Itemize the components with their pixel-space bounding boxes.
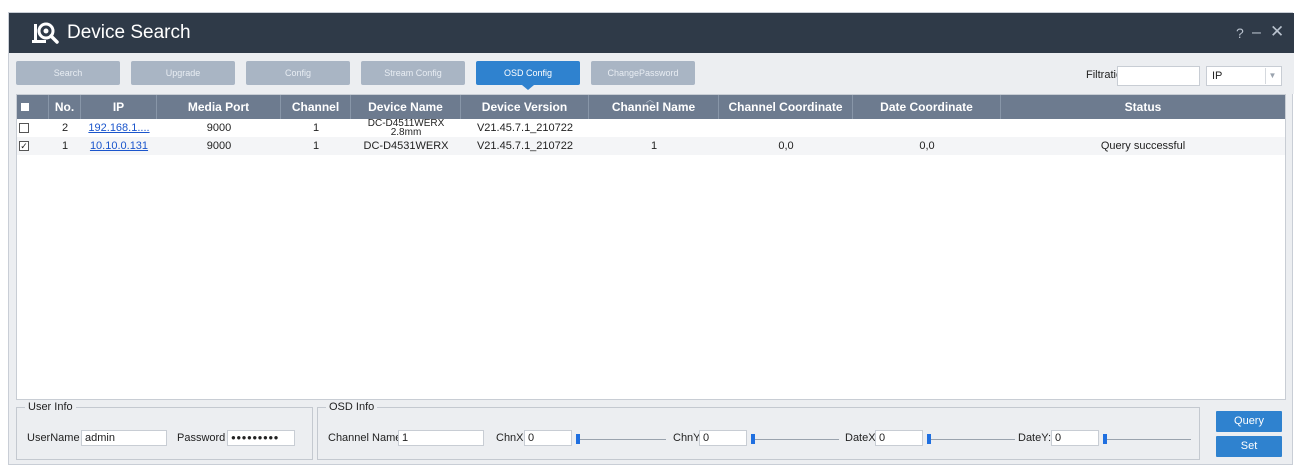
change-password-button[interactable]: ChangePassword [591,61,695,85]
cell-channel-name: 1 [650,140,658,152]
datex-slider-handle[interactable] [927,434,931,444]
cell-channel: 1 [312,122,320,134]
cell-status [1001,119,1285,137]
osd-info-group: OSD Info Channel Name 1 ChnX: 0 ChnY: 0 … [317,401,1200,460]
row-checkbox-checked[interactable]: ✓ [19,141,29,151]
username-input[interactable]: admin [81,430,167,446]
table-row[interactable]: 2 192.168.1.... 9000 1 DC-D4511WERX 2.8m… [17,119,1285,137]
chnx-label: ChnX: [496,432,527,444]
cell-channel-coordinate [719,119,853,137]
cell-no: 2 [61,122,69,134]
channel-name-label: Channel Name [328,432,402,444]
table-row[interactable]: ✓ 1 10.10.0.131 9000 1 DC-D4531WERX V21.… [17,137,1285,155]
datey-slider-handle[interactable] [1103,434,1107,444]
column-header-ip[interactable]: IP [81,95,157,119]
device-search-logo-icon [32,22,59,44]
filter-type-value: IP [1212,70,1223,82]
sort-caret-icon: ︿ [646,95,654,104]
cell-ip-link[interactable]: 10.10.0.131 [81,137,157,155]
column-header-media-port[interactable]: Media Port [157,95,281,119]
column-header-channel-name[interactable]: Channel Name [589,95,719,119]
datex-input[interactable]: 0 [875,430,923,446]
device-name-line2: 2.8mm [390,127,422,138]
cell-channel-coordinate: 0,0 [778,140,794,152]
datey-label: DateY: [1018,432,1052,444]
cell-device-name: DC-D4511WERX 2.8mm [351,119,461,137]
cell-channel-name [589,119,719,137]
toolbar: Search Upgrade Config Stream Config OSD … [9,53,1294,94]
row-checkbox[interactable] [19,123,29,133]
cell-device-version: V21.45.7.1_210722 [476,140,574,152]
help-icon[interactable]: ? [1236,23,1244,43]
cell-date-coordinate [853,119,1001,137]
cell-no: 1 [61,140,69,152]
table-header: No. IP Media Port Channel Device Name De… [17,95,1285,119]
datey-input[interactable]: 0 [1051,430,1099,446]
cell-status: Query successful [1100,140,1186,152]
chnx-slider-handle[interactable] [576,434,580,444]
chnx-slider[interactable] [576,439,666,440]
username-label: UserName [27,432,80,444]
filter-type-select[interactable]: IP ▼ [1206,66,1282,86]
user-info-group: User Info UserName admin Password ●●●●●●… [16,401,313,460]
user-info-legend: User Info [25,401,76,413]
osd-config-button[interactable]: OSD Config [476,61,580,90]
cell-ip-link[interactable]: 192.168.1.... [81,119,157,137]
chny-slider-handle[interactable] [751,434,755,444]
cell-device-version: V21.45.7.1_210722 [476,122,574,134]
device-table: No. IP Media Port Channel Device Name De… [16,94,1286,400]
column-header-status[interactable]: Status [1001,95,1285,119]
chny-input[interactable]: 0 [699,430,747,446]
cell-date-coordinate: 0,0 [919,140,935,152]
cell-media-port: 9000 [206,140,232,152]
channel-name-input[interactable]: 1 [398,430,484,446]
config-button[interactable]: Config [246,61,350,85]
column-header-date-coordinate[interactable]: Date Coordinate [853,95,1001,119]
password-input[interactable]: ●●●●●●●●● [227,430,295,446]
column-header-device-version[interactable]: Device Version [461,95,589,119]
cell-channel: 1 [312,140,320,152]
search-button[interactable]: Search [16,61,120,85]
chevron-down-icon[interactable]: ▼ [1265,68,1279,84]
close-icon[interactable]: ✕ [1270,22,1284,42]
minimize-icon[interactable]: – [1252,23,1261,43]
window-title: Device Search [67,22,191,43]
column-header-channel[interactable]: Channel [281,95,351,119]
column-header-channel-coordinate[interactable]: Channel Coordinate [719,95,853,119]
cell-media-port: 9000 [206,122,232,134]
column-header-no[interactable]: No. [49,95,81,119]
upgrade-button[interactable]: Upgrade [131,61,235,85]
filtration-input[interactable] [1117,66,1200,86]
query-button[interactable]: Query [1216,411,1282,432]
set-button[interactable]: Set [1216,436,1282,457]
password-label: Password [177,432,226,444]
chny-slider[interactable] [751,439,839,440]
osd-info-legend: OSD Info [326,401,378,413]
datey-slider[interactable] [1103,439,1191,440]
datex-label: DateX: [845,432,879,444]
column-header-device-name[interactable]: Device Name [351,95,461,119]
datex-slider[interactable] [927,439,1015,440]
select-all-checkbox[interactable] [21,103,29,111]
stream-config-button[interactable]: Stream Config [361,61,465,85]
select-all-header[interactable] [17,95,49,119]
chnx-input[interactable]: 0 [524,430,572,446]
cell-device-name: DC-D4531WERX [363,140,449,152]
title-bar: Device Search ? – ✕ [9,13,1294,53]
device-search-window: Device Search ? – ✕ Search Upgrade Confi… [8,12,1294,465]
